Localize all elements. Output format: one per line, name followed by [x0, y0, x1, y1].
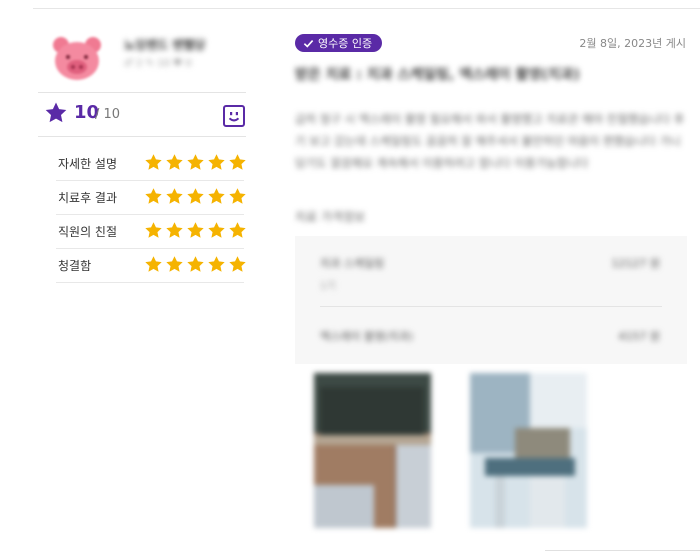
price-info-heading: 치료 가격정보: [295, 210, 366, 224]
star-icon: [166, 154, 183, 170]
star-icon: [208, 222, 225, 238]
star-icon: [208, 256, 225, 272]
review-title: 받은 치료 : 치과 스케일링, 엑스레이 촬영(치과): [295, 67, 580, 83]
review-photo[interactable]: [470, 373, 587, 528]
receipt-verified-badge: 영수증 인증: [295, 34, 383, 52]
star-icon: [145, 188, 162, 204]
rating-stars: [144, 187, 247, 206]
price-item-value: 4157 원: [618, 330, 660, 343]
star-icon: [208, 188, 225, 204]
star-icon: [187, 154, 204, 170]
price-item-sub: 1기: [320, 281, 336, 292]
check-icon: [303, 39, 314, 48]
rating-row-kindness: 직원의 친절: [56, 214, 247, 249]
star-icon: [45, 102, 67, 123]
price-item-name: 엑스레이 촬영(치과): [320, 330, 414, 343]
star-icon: [145, 154, 162, 170]
rating-stars: [144, 255, 247, 274]
rating-row-cleanliness: 청결함: [56, 248, 247, 283]
star-icon: [187, 222, 204, 238]
total-score-max: / 10: [95, 107, 121, 122]
rating-label: 치료후 결과: [58, 191, 118, 205]
price-item-value: 12127 원: [611, 257, 660, 270]
star-icon: [145, 256, 162, 272]
star-icon: [229, 188, 246, 204]
top-divider: [33, 8, 700, 9]
review-photo[interactable]: [314, 373, 431, 528]
smiley-face-icon[interactable]: [222, 104, 246, 128]
rating-label: 청결함: [58, 259, 92, 273]
divider: [38, 136, 246, 137]
rating-row-explanation: 자세한 설명: [56, 146, 247, 181]
price-item-name: 치과 스케일링: [320, 257, 385, 270]
pig-face-icon: [53, 37, 101, 80]
star-icon: [229, 256, 246, 272]
rating-row-result: 치료후 결과: [56, 180, 247, 215]
reviewer-nickname[interactable]: 뇨잉밴드 밴뻘당: [124, 36, 205, 53]
star-icon: [187, 256, 204, 272]
star-icon: [229, 154, 246, 170]
post-date: 2월 8일, 2023년 게시: [579, 37, 686, 50]
star-icon: [208, 154, 225, 170]
badge-label: 영수증 인증: [318, 37, 373, 50]
star-icon: [166, 188, 183, 204]
star-icon: [145, 222, 162, 238]
rating-label: 자세한 설명: [58, 157, 118, 171]
star-icon: [166, 256, 183, 272]
rating-label: 직원의 친절: [58, 225, 118, 239]
star-icon: [166, 222, 183, 238]
review-body: 급히 청구 시 엑스레이 촬영 필요해서 와서 촬영했고 치료관 해야 친절했습…: [295, 112, 685, 170]
star-icon: [229, 222, 246, 238]
reviewer-stats: ♂ 2 ✎ 10 ♥ 0: [124, 58, 192, 69]
divider: [320, 306, 662, 307]
rating-stars: [144, 221, 247, 240]
rating-stars: [144, 153, 247, 172]
divider: [38, 92, 246, 93]
bottom-divider: [545, 550, 700, 551]
star-icon: [187, 188, 204, 204]
